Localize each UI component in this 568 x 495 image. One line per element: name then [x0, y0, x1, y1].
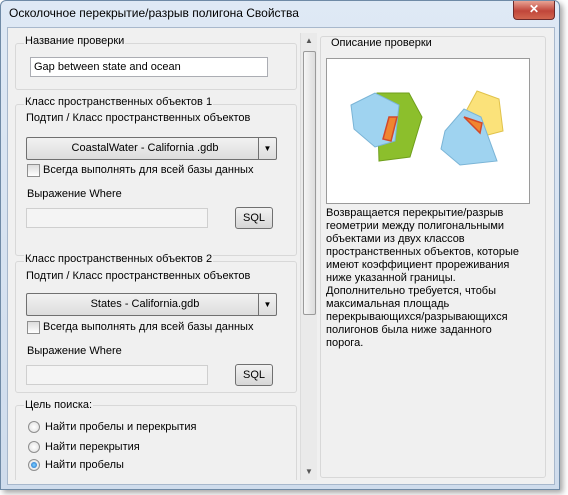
- feature-class-2-where-input[interactable]: [26, 365, 208, 385]
- feature-class-1-subtype-label: Подтип / Класс пространственных объектов: [26, 112, 251, 124]
- check-name-label: Название проверки: [24, 35, 126, 47]
- feature-class-2-selected: States - California.gdb: [90, 298, 200, 310]
- sliver-polygons-illustration: [350, 90, 504, 166]
- feature-class-2-always-run-checkbox[interactable]: [27, 321, 40, 334]
- description-illustration: [326, 58, 530, 204]
- feature-class-2-sql-button[interactable]: SQL: [235, 364, 273, 386]
- scroll-up-icon[interactable]: ▲: [301, 33, 317, 49]
- radio-gaps-and-overlaps[interactable]: [28, 421, 40, 433]
- radio-gaps[interactable]: [28, 459, 40, 471]
- scroll-down-icon[interactable]: ▼: [301, 464, 317, 480]
- check-name-value: Gap between state and ocean: [34, 61, 181, 73]
- radio-gaps-label: Найти пробелы: [45, 459, 124, 471]
- feature-class-1-selected: CoastalWater - California .gdb: [71, 142, 219, 154]
- close-icon: ✕: [528, 2, 540, 16]
- feature-class-2-always-run-label: Всегда выполнять для всей базы данных: [43, 321, 254, 333]
- feature-class-1-where-input[interactable]: [26, 208, 208, 228]
- feature-class-2-label: Класс пространственных объектов 2: [24, 253, 214, 265]
- settings-pane: Название проверки Gap between state and …: [10, 33, 300, 480]
- close-button[interactable]: ✕: [513, 1, 555, 20]
- feature-class-1-dropdown[interactable]: CoastalWater - California .gdb ▼: [26, 137, 277, 160]
- feature-class-1-sql-button[interactable]: SQL: [235, 207, 273, 229]
- chevron-down-icon[interactable]: ▼: [258, 294, 276, 315]
- feature-class-1-group: [15, 104, 297, 256]
- description-text: Возвращается перекрытие/разрыв геометрии…: [326, 207, 519, 349]
- radio-overlaps-label: Найти перекрытия: [45, 441, 140, 453]
- radio-overlaps[interactable]: [28, 441, 40, 453]
- feature-class-1-always-run-label: Всегда выполнять для всей базы данных: [43, 164, 254, 176]
- feature-class-1-label: Класс пространственных объектов 1: [24, 96, 214, 108]
- radio-gaps-and-overlaps-label: Найти пробелы и перекрытия: [45, 421, 197, 433]
- scrollbar-thumb[interactable]: [303, 51, 316, 315]
- feature-class-2-dropdown[interactable]: States - California.gdb ▼: [26, 293, 277, 316]
- feature-class-1-where-label: Выражение Where: [27, 188, 122, 200]
- feature-class-2-subtype-label: Подтип / Класс пространственных объектов: [26, 270, 251, 282]
- search-goal-label: Цель поиска:: [24, 399, 94, 411]
- check-name-input[interactable]: Gap between state and ocean: [30, 57, 268, 77]
- chevron-down-icon[interactable]: ▼: [258, 138, 276, 159]
- description-label: Описание проверки: [330, 37, 433, 49]
- title-bar[interactable]: Осколочное перекрытие/разрыв полигона Св…: [1, 1, 559, 25]
- feature-class-1-always-run-checkbox[interactable]: [27, 164, 40, 177]
- settings-scrollbar[interactable]: ▲ ▼: [300, 33, 317, 480]
- window-title: Осколочное перекрытие/разрыв полигона Св…: [9, 6, 299, 20]
- feature-class-2-where-label: Выражение Where: [27, 345, 122, 357]
